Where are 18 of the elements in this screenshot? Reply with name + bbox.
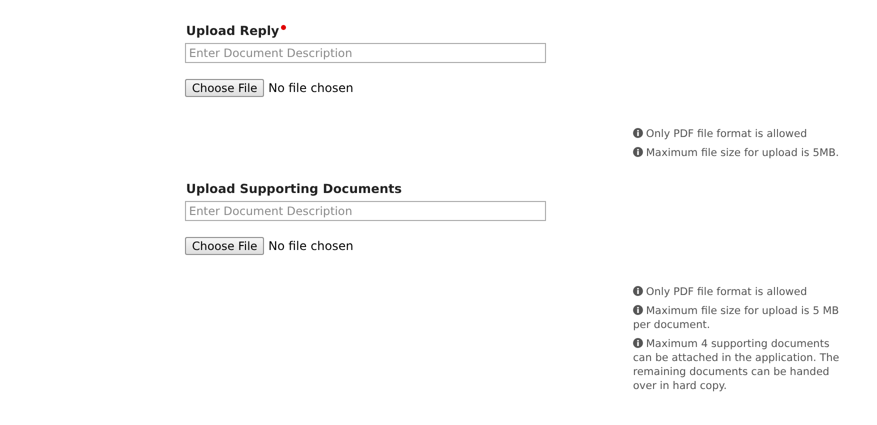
description-field[interactable]: Enter Document Description <box>185 43 546 63</box>
section-title: Upload Supporting Documents <box>186 181 402 196</box>
description-field[interactable]: Enter Document Description <box>185 201 546 221</box>
file-status: No file chosen <box>268 81 354 95</box>
info-note: Only PDF file format is allowed <box>633 127 848 141</box>
info-icon <box>633 128 643 138</box>
choose-file-button[interactable]: Choose File <box>185 79 264 97</box>
info-note: Only PDF file format is allowed <box>633 285 848 299</box>
info-icon <box>633 147 643 157</box>
info-icon <box>633 305 643 315</box>
info-note: Maximum 4 supporting documents can be attached in the application. The remaining documents can be handed over in hard copy. <box>633 337 840 393</box>
section-title: Upload Reply <box>186 23 280 38</box>
file-status: No file chosen <box>268 239 354 253</box>
info-note: Maximum file size for upload is 5 MB per document. <box>633 304 840 332</box>
info-note: Maximum file size for upload is 5MB. <box>633 146 848 160</box>
choose-file-button[interactable]: Choose File <box>185 237 264 255</box>
info-icon <box>633 338 643 348</box>
info-icon <box>633 286 643 296</box>
